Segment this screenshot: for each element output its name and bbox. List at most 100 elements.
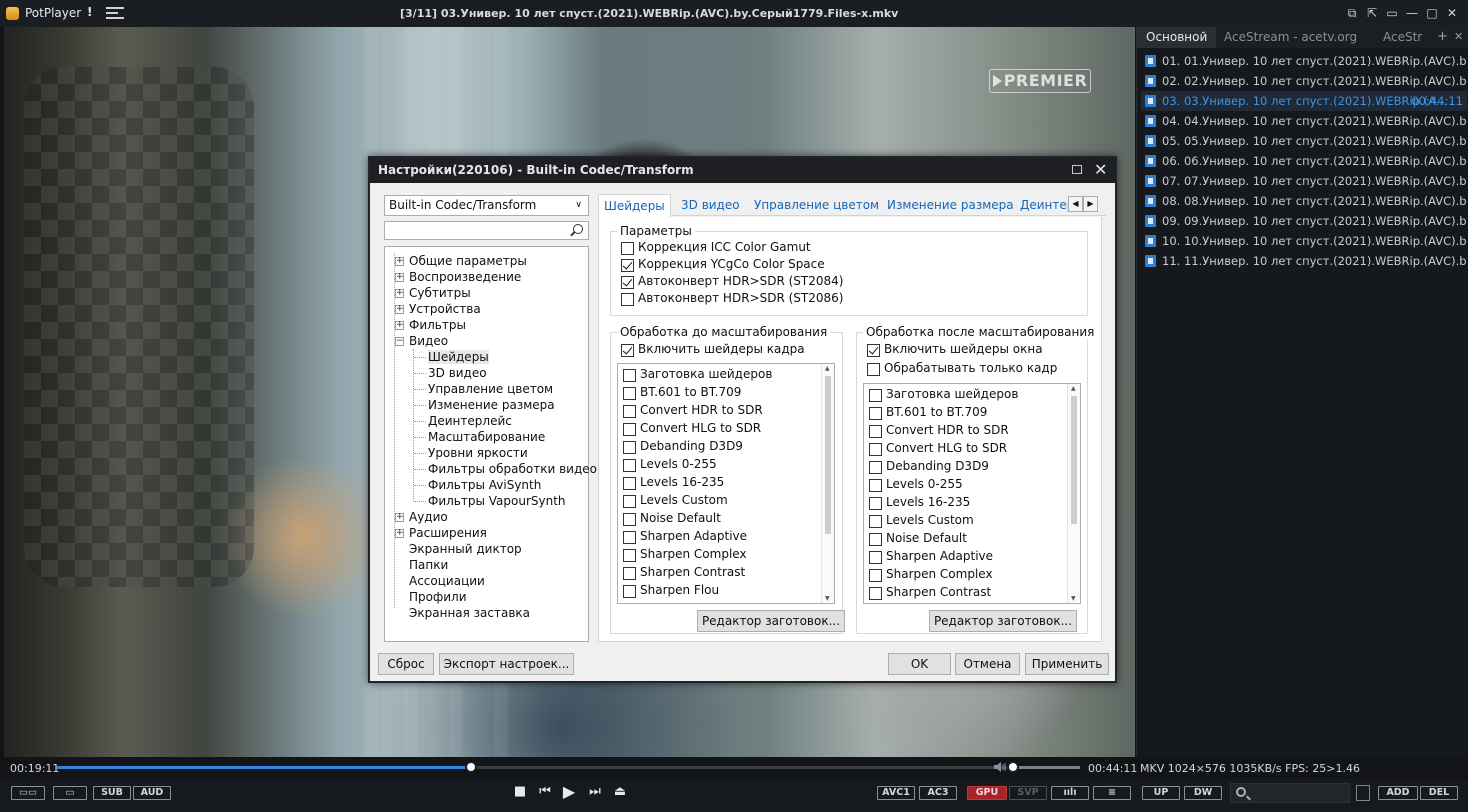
collapse-icon[interactable]: − — [395, 337, 404, 346]
tree-item[interactable]: + Общие параметры — [395, 253, 527, 269]
checkbox[interactable] — [623, 387, 636, 400]
volume-icon[interactable] — [994, 762, 1006, 772]
expand-icon[interactable]: + — [395, 305, 404, 314]
checkbox[interactable] — [869, 389, 882, 402]
settings-search-input[interactable] — [384, 221, 589, 240]
tree-item[interactable]: + Субтитры — [395, 285, 471, 301]
potplayer-logo-icon[interactable] — [6, 7, 19, 20]
eject-icon[interactable]: ⏏ — [612, 785, 628, 799]
expand-icon[interactable]: + — [395, 529, 404, 538]
video-codec-button[interactable]: AVC1 — [877, 786, 915, 800]
shader-checkbox[interactable]: Convert HLG to SDR — [623, 420, 761, 437]
checkbox[interactable] — [623, 531, 636, 544]
shader-checkbox[interactable]: Levels 16-235 — [623, 474, 724, 491]
audio-codec-button[interactable]: AC3 — [919, 786, 957, 800]
tree-item[interactable]: + Фильтры — [395, 317, 466, 333]
expand-icon[interactable]: + — [395, 257, 404, 266]
checkbox[interactable] — [623, 549, 636, 562]
shader-checkbox[interactable]: Levels 16-235 — [869, 494, 970, 511]
checkbox[interactable] — [869, 497, 882, 510]
expand-icon[interactable]: + — [395, 513, 404, 522]
shader-checkbox[interactable]: Levels Custom — [623, 492, 728, 509]
close-playlist-icon[interactable]: ✕ — [1454, 27, 1463, 46]
checkbox[interactable] — [869, 407, 882, 420]
ok-button[interactable]: OK — [888, 653, 951, 675]
shader-checkbox[interactable]: Levels 0-255 — [623, 456, 717, 473]
tree-item[interactable]: Фильтры VapourSynth — [414, 493, 566, 509]
shader-checkbox[interactable]: Sharpen Adaptive — [623, 528, 747, 545]
checkbox[interactable] — [869, 569, 882, 582]
gpu-button[interactable]: GPU — [967, 786, 1007, 800]
checkbox[interactable] — [869, 587, 882, 600]
enable-shaders-checkbox[interactable]: Включить шейдеры окна — [867, 341, 1043, 358]
menu-icon[interactable] — [106, 7, 124, 19]
param-checkbox[interactable]: Автоконверт HDR>SDR (ST2084) — [621, 273, 843, 290]
lock-icon[interactable] — [1356, 785, 1370, 801]
move-down-button[interactable]: DW — [1184, 786, 1222, 800]
scroll-thumb[interactable] — [1071, 396, 1077, 524]
tree-item[interactable]: Уровни яркости — [414, 445, 528, 461]
shader-checkbox[interactable]: Levels 0-255 — [869, 476, 963, 493]
shader-checkbox[interactable]: Levels Custom — [869, 512, 974, 529]
play-icon[interactable]: ▶ — [561, 784, 577, 800]
checkbox[interactable] — [867, 363, 880, 376]
checkbox[interactable] — [869, 551, 882, 564]
shader-preset-editor-button[interactable]: Редактор заготовок... — [697, 610, 845, 632]
playlist-search-input[interactable] — [1230, 783, 1350, 803]
equalizer-button[interactable]: ıılı — [1051, 786, 1089, 800]
checkbox[interactable] — [869, 479, 882, 492]
tree-item[interactable]: Изменение размера — [414, 397, 555, 413]
checkbox[interactable] — [869, 443, 882, 456]
maximize-button[interactable]: □ — [1423, 4, 1441, 22]
dialog-restore-icon[interactable] — [1072, 165, 1082, 174]
tree-item[interactable]: Фильтры обработки видео — [414, 461, 597, 477]
svp-button[interactable]: SVP — [1009, 786, 1047, 800]
subtitle-button[interactable]: SUB — [93, 786, 131, 800]
tab-scroll-right-icon[interactable]: ▶ — [1083, 196, 1098, 212]
checkbox[interactable] — [621, 293, 634, 306]
checkbox[interactable] — [869, 533, 882, 546]
playlist-tab-main[interactable]: Основной — [1137, 27, 1217, 48]
volume-slider[interactable] — [1010, 766, 1080, 769]
scroll-up-icon[interactable]: ▲ — [1071, 385, 1076, 392]
shader-checkbox[interactable]: Sharpen Complex — [869, 566, 993, 583]
scroll-down-icon[interactable]: ▼ — [825, 595, 830, 602]
next-icon[interactable]: ⏭ — [587, 785, 603, 799]
checkbox[interactable] — [623, 459, 636, 472]
checkbox[interactable] — [623, 423, 636, 436]
tree-item[interactable]: Масштабирование — [414, 429, 545, 445]
move-up-button[interactable]: UP — [1142, 786, 1180, 800]
tree-item[interactable]: − Видео — [395, 333, 448, 349]
enable-shaders-checkbox[interactable]: Включить шейдеры кадра — [621, 341, 805, 358]
shader-checkbox[interactable]: Sharpen Complex — [623, 546, 747, 563]
playlist-item[interactable]: 06. 06.Универ. 10 лет спуст.(2021).WEBRi… — [1141, 151, 1467, 171]
list-scrollbar[interactable]: ▲ ▼ — [1067, 384, 1080, 603]
shader-checkbox[interactable]: Sharpen Flou — [623, 582, 719, 599]
checkbox[interactable] — [623, 585, 636, 598]
shader-checkbox[interactable]: Convert HDR to SDR — [869, 422, 1009, 439]
tree-item[interactable]: Фильтры AviSynth — [414, 477, 541, 493]
shader-checkbox[interactable]: Convert HLG to SDR — [869, 440, 1007, 457]
tree-item[interactable]: Деинтерлейс — [414, 413, 512, 429]
param-checkbox[interactable]: Автоконверт HDR>SDR (ST2086) — [621, 290, 843, 307]
shader-checkbox[interactable]: Заготовка шейдеров — [869, 386, 1018, 403]
skin-icon[interactable]: ▭ — [1383, 4, 1401, 22]
reset-button[interactable]: Сброс — [378, 653, 434, 675]
tree-item[interactable]: + Устройства — [395, 301, 481, 317]
playlist-tab-acestream-2[interactable]: AceStr — [1374, 27, 1426, 48]
playlist-item[interactable]: 07. 07.Универ. 10 лет спуст.(2021).WEBRi… — [1141, 171, 1467, 191]
expand-icon[interactable]: + — [395, 273, 404, 282]
shader-checkbox[interactable]: Sharpen Adaptive — [869, 548, 993, 565]
checkbox[interactable] — [869, 515, 882, 528]
minimize-button[interactable]: — — [1403, 4, 1421, 22]
audio-button[interactable]: AUD — [133, 786, 171, 800]
checkbox[interactable] — [623, 441, 636, 454]
checkbox[interactable] — [623, 567, 636, 580]
shader-checkbox[interactable]: Debanding D3D9 — [869, 458, 989, 475]
playlist-item[interactable]: 03. 03.Универ. 10 лет спуст.(2021).WEBRi… — [1141, 91, 1467, 111]
shader-checkbox[interactable]: Sharpen Contrast — [869, 584, 991, 601]
compact-mode-icon[interactable]: ⧉ — [1343, 4, 1361, 22]
seek-bar[interactable] — [57, 761, 1012, 773]
shader-checkbox[interactable]: Noise Default — [869, 530, 967, 547]
tree-item[interactable]: Экранная заставка — [409, 605, 530, 621]
